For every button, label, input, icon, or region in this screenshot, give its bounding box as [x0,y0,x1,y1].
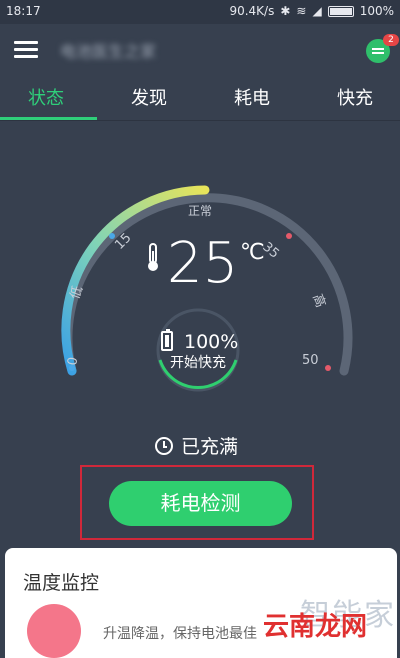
app-header: 电池医生之家 2 [0,24,400,76]
battery-icon [327,5,354,17]
gauge-label-normal: 正常 [188,204,212,218]
tab-power-usage[interactable]: 耗电 [234,84,270,110]
battery-charge-icon [161,329,173,351]
clock-icon [155,436,173,455]
notification-badge: 2 [383,34,399,46]
charge-state-text: 已充满 [181,436,239,458]
tab-discover[interactable]: 发现 [131,84,167,110]
gauge-label-fifty: 50 [302,353,319,368]
battery-percent: 100% [184,331,239,353]
charge-state: 已充满 [155,432,238,459]
gauge-dot-fifty [325,365,331,371]
temperature-value: 25 [167,231,239,296]
signal-icon: ◢ [312,4,322,18]
gauge-label-high: 高 [309,292,328,310]
fast-charge-label[interactable]: 开始快充 [170,352,226,372]
gauge-dot-fifteen [109,233,115,239]
watermark-bottom: 云南龙网 [263,612,368,642]
temperature-unit: ℃ [240,240,265,265]
status-bar: 18:17 90.4K/s ✱ ≋ ◢ 100% [0,0,400,24]
gauge-label-zero: 0 [65,356,81,367]
thermometer-icon [148,243,158,271]
tab-bar: 状态 发现 耗电 快充 [0,76,400,121]
tab-status[interactable]: 状态 [28,84,64,110]
power-detect-button[interactable]: 耗电检测 [109,481,292,526]
battery-level: 100% [359,4,394,18]
wifi-icon: ≋ [296,4,307,18]
thermometer-badge-icon [27,604,81,658]
card-title: 温度监控 [23,572,100,594]
app-title: 电池医生之家 [60,42,157,61]
bluetooth-icon: ✱ [280,4,291,18]
hamburger-menu-icon[interactable] [14,39,38,59]
network-speed: 90.4K/s [229,4,275,18]
card-description: 升温降温，保持电池最佳 [103,626,257,642]
gauge-dot-thirtyfive [286,233,292,239]
status-right: 90.4K/s ✱ ≋ ◢ 100% [229,4,394,18]
tab-fast-charge[interactable]: 快充 [337,84,373,110]
status-time: 18:17 [6,4,41,18]
